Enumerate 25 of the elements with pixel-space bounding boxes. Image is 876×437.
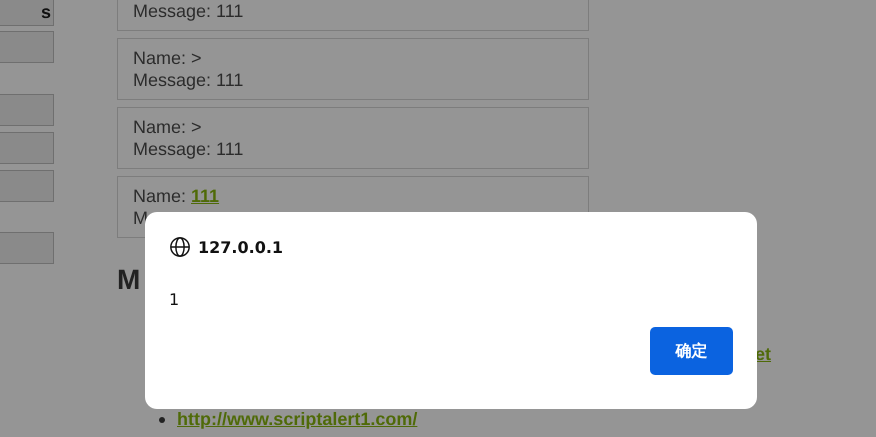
message-label: Message:	[133, 138, 212, 160]
message-value: 111	[216, 0, 244, 22]
message-label: Message:	[133, 0, 212, 22]
message-label: Name:	[133, 185, 186, 207]
message-value: 111	[216, 138, 244, 160]
name-link[interactable]: 111	[191, 185, 220, 207]
ok-button[interactable]: 确定	[650, 327, 733, 375]
message-value: >	[191, 116, 202, 138]
sidebar-button[interactable]	[0, 31, 54, 63]
message-label: Message:	[133, 69, 212, 91]
dialog-title: 127.0.0.1	[198, 238, 284, 256]
message-value: 111	[216, 69, 244, 91]
sidebar-button[interactable]	[0, 132, 54, 164]
section-heading: M	[117, 263, 142, 297]
dialog-message: 1	[169, 290, 180, 309]
globe-icon	[169, 236, 191, 258]
sidebar-button[interactable]: s	[0, 0, 54, 26]
sidebar-button[interactable]	[0, 232, 54, 264]
bullet-icon	[159, 416, 165, 422]
message-value: >	[191, 47, 202, 69]
sidebar-button[interactable]	[0, 170, 54, 202]
message-label: Name:	[133, 47, 186, 69]
message-label: Name:	[133, 116, 186, 138]
sidebar-button[interactable]	[0, 94, 54, 126]
link[interactable]: http://www.scriptalert1.com/	[177, 409, 418, 430]
